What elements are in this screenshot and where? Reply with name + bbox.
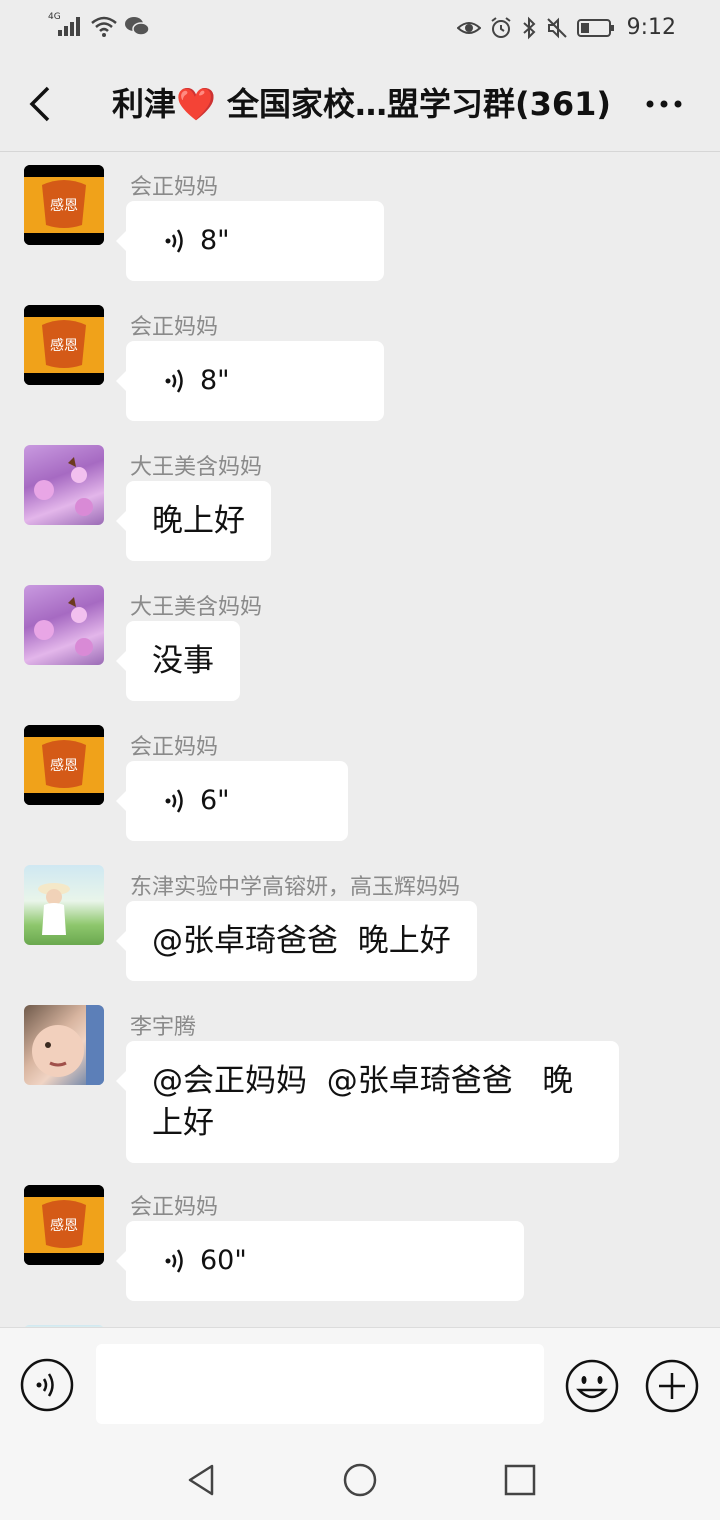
avatar[interactable] — [24, 1005, 104, 1085]
voice-icon — [165, 369, 183, 393]
avatar-thanks-image: 感恩 — [24, 725, 104, 805]
sender-name: 会正妈妈 — [130, 1195, 219, 1220]
avatar-girl-image — [38, 883, 70, 935]
sender-name: 大王美含妈妈 — [130, 595, 263, 620]
message-item: 感恩 会正妈妈 8" — [0, 153, 720, 293]
status-time: 9:12 — [626, 15, 676, 40]
avatar[interactable] — [24, 585, 104, 665]
voice-mode-icon — [20, 1358, 74, 1412]
voice-message-bubble[interactable]: 8" — [116, 341, 384, 421]
svg-text:感恩: 感恩 — [50, 197, 78, 214]
more-button[interactable] — [644, 90, 684, 118]
message-item: 大王美含妈妈 没事 — [0, 573, 720, 713]
message-item: 感恩 会正妈妈 8" — [0, 293, 720, 433]
voice-icon — [165, 1249, 183, 1273]
plus-icon — [645, 1359, 699, 1413]
sender-name: 东津实验中学高镕妍，高玉辉妈妈 — [130, 875, 461, 900]
avatar-thanks-image: 感恩 — [24, 165, 104, 245]
status-right: 9:12 — [456, 14, 676, 42]
voice-duration: 8" — [200, 365, 230, 396]
avatar-thanks-image: 感恩 — [24, 305, 104, 385]
avatar[interactable] — [24, 865, 104, 945]
triangle-back-icon — [188, 1464, 214, 1496]
voice-message-bubble[interactable]: 6" — [116, 761, 348, 841]
sender-name: 会正妈妈 — [130, 735, 219, 760]
network-label: 4G — [48, 12, 61, 22]
signal-icon: 4G — [48, 12, 84, 38]
emoji-icon — [565, 1359, 619, 1413]
message-text-input[interactable] — [96, 1344, 544, 1424]
bluetooth-icon — [521, 16, 537, 40]
avatar-flower-image — [34, 457, 93, 516]
chat-title: 利津❤️ 全国家校…盟学习群(361) — [112, 82, 612, 126]
mute-icon — [545, 16, 569, 40]
voice-message-bubble[interactable]: 60" — [116, 1221, 524, 1301]
more-dots-icon — [646, 100, 682, 108]
message-item: 感恩 会正妈妈 60" — [0, 1173, 720, 1313]
status-bar: 4G 9:12 — [0, 0, 720, 56]
avatar[interactable]: 感恩 — [24, 725, 104, 805]
sender-name: 李宇腾 — [130, 1015, 197, 1040]
nav-home-button[interactable] — [342, 1462, 378, 1498]
message-item-partial — [0, 1313, 720, 1327]
back-button[interactable] — [20, 82, 60, 126]
message-item: 李宇腾 @会正妈妈 @张卓琦爸爸 晚上好 — [0, 993, 720, 1173]
chat-header: 利津❤️ 全国家校…盟学习群(361) — [0, 56, 720, 152]
message-item: 感恩 会正妈妈 6" — [0, 713, 720, 853]
circle-home-icon — [343, 1463, 377, 1497]
message-input-bar — [0, 1327, 720, 1440]
voice-icon — [165, 229, 183, 253]
chat-message-list[interactable]: 感恩 会正妈妈 8" 感恩 会正妈妈 8" 大王美含妈妈 晚上好 大王美含妈妈 … — [0, 153, 720, 1327]
chevron-left-icon — [29, 86, 50, 122]
avatar[interactable]: 感恩 — [24, 165, 104, 245]
sender-name: 大王美含妈妈 — [130, 455, 263, 480]
svg-text:感恩: 感恩 — [50, 757, 78, 774]
system-nav-bar — [0, 1440, 720, 1520]
status-left: 4G — [48, 12, 150, 38]
more-functions-button[interactable] — [644, 1358, 700, 1414]
svg-text:感恩: 感恩 — [50, 337, 78, 354]
sender-name: 会正妈妈 — [130, 175, 219, 200]
voice-duration: 8" — [200, 225, 230, 256]
avatar-flower-image — [34, 597, 93, 656]
chat-title-suffix: 全国家校…盟学习群(361) — [215, 85, 612, 123]
nav-recent-button[interactable] — [502, 1462, 538, 1498]
wifi-icon — [90, 14, 118, 38]
square-recent-icon — [504, 1464, 536, 1496]
avatar[interactable] — [24, 445, 104, 525]
svg-text:感恩: 感恩 — [50, 1217, 78, 1234]
emoji-button[interactable] — [564, 1358, 620, 1414]
avatar[interactable]: 感恩 — [24, 305, 104, 385]
chat-title-prefix: 利津 — [112, 85, 177, 123]
avatar-thanks-image: 感恩 — [24, 1185, 104, 1265]
heart-icon: ❤️ — [176, 85, 216, 123]
text-message-bubble[interactable]: 没事 — [116, 621, 240, 701]
voice-icon — [165, 789, 183, 813]
message-item: 大王美含妈妈 晚上好 — [0, 433, 720, 573]
text-message-bubble[interactable]: 晚上好 — [116, 481, 271, 561]
text-message-bubble[interactable]: @张卓琦爸爸 晚上好 — [116, 901, 477, 981]
avatar[interactable]: 感恩 — [24, 1185, 104, 1265]
voice-duration: 60" — [200, 1245, 247, 1276]
message-item: 东津实验中学高镕妍，高玉辉妈妈 @张卓琦爸爸 晚上好 — [0, 853, 720, 993]
text-message-bubble[interactable]: @会正妈妈 @张卓琦爸爸 晚上好 — [116, 1041, 619, 1163]
voice-message-bubble[interactable]: 8" — [116, 201, 384, 281]
nav-back-button[interactable] — [184, 1462, 220, 1498]
avatar-kid-image — [32, 1005, 104, 1085]
sender-name: 会正妈妈 — [130, 315, 219, 340]
voice-duration: 6" — [200, 785, 230, 816]
wechat-icon — [124, 14, 150, 38]
alarm-icon — [489, 16, 513, 40]
voice-input-button[interactable] — [20, 1358, 74, 1412]
battery-icon — [576, 16, 615, 40]
eye-icon — [456, 16, 482, 40]
